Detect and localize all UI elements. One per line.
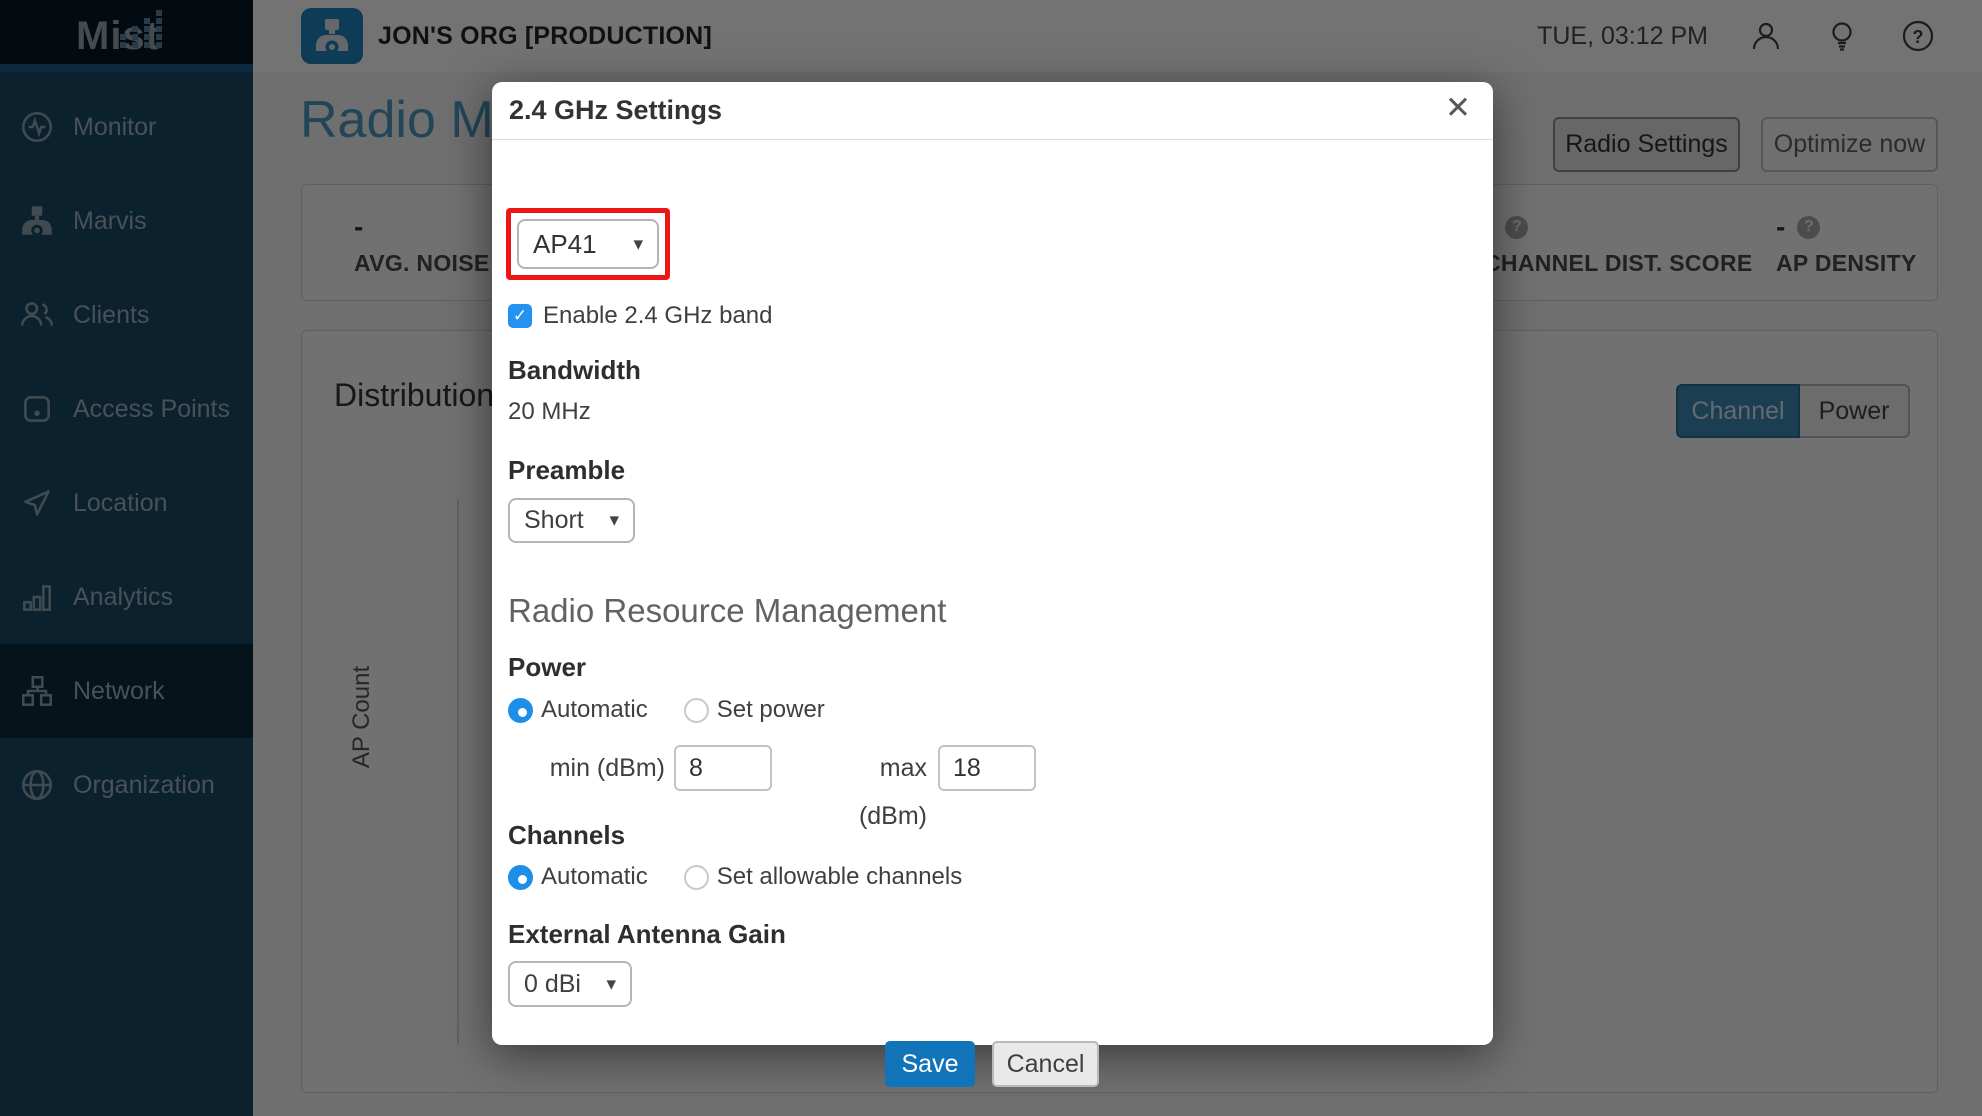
min-dbm-label: min (dBm)	[547, 744, 665, 792]
antenna-gain-heading: External Antenna Gain	[508, 919, 786, 950]
bandwidth-heading: Bandwidth	[508, 355, 641, 386]
ap-selector-value: AP41	[533, 229, 597, 260]
chevron-down-icon: ▾	[633, 233, 643, 256]
max-dbm-label: max (dBm)	[805, 744, 927, 840]
channels-heading: Channels	[508, 820, 625, 851]
chevron-down-icon: ▾	[606, 973, 616, 996]
max-dbm-input[interactable]	[938, 745, 1036, 791]
antenna-gain-value: 0 dBi	[524, 970, 581, 999]
preamble-value: Short	[524, 506, 584, 535]
power-automatic-radio[interactable]	[508, 698, 533, 723]
ap-selector-highlight: AP41 ▾	[506, 208, 670, 280]
power-set-power-label: Set power	[717, 696, 825, 724]
modal-header: 2.4 GHz Settings ✕	[492, 82, 1493, 140]
close-icon[interactable]: ✕	[1445, 90, 1471, 126]
power-set-power-radio[interactable]	[684, 698, 709, 723]
rrm-heading: Radio Resource Management	[508, 592, 946, 630]
channels-set-allowable-label: Set allowable channels	[717, 863, 963, 891]
save-button[interactable]: Save	[885, 1041, 975, 1087]
power-heading: Power	[508, 652, 586, 683]
enable-band-label: Enable 2.4 GHz band	[543, 302, 773, 330]
cancel-button[interactable]: Cancel	[992, 1041, 1099, 1087]
ghz-settings-modal: 2.4 GHz Settings ✕ AP41 ▾ ✓ Enable 2.4 G…	[492, 82, 1493, 1045]
chevron-down-icon: ▾	[609, 509, 619, 532]
bandwidth-value: 20 MHz	[508, 398, 591, 426]
modal-title: 2.4 GHz Settings	[509, 82, 722, 138]
min-dbm-input[interactable]	[674, 745, 772, 791]
enable-band-checkbox[interactable]: ✓	[508, 304, 532, 328]
ap-selector-dropdown[interactable]: AP41 ▾	[517, 219, 659, 269]
preamble-heading: Preamble	[508, 455, 625, 486]
power-automatic-label: Automatic	[541, 696, 648, 724]
channels-automatic-radio[interactable]	[508, 865, 533, 890]
preamble-dropdown[interactable]: Short ▾	[508, 498, 635, 543]
channels-set-allowable-radio[interactable]	[684, 865, 709, 890]
antenna-gain-dropdown[interactable]: 0 dBi ▾	[508, 961, 632, 1007]
channels-automatic-label: Automatic	[541, 863, 648, 891]
